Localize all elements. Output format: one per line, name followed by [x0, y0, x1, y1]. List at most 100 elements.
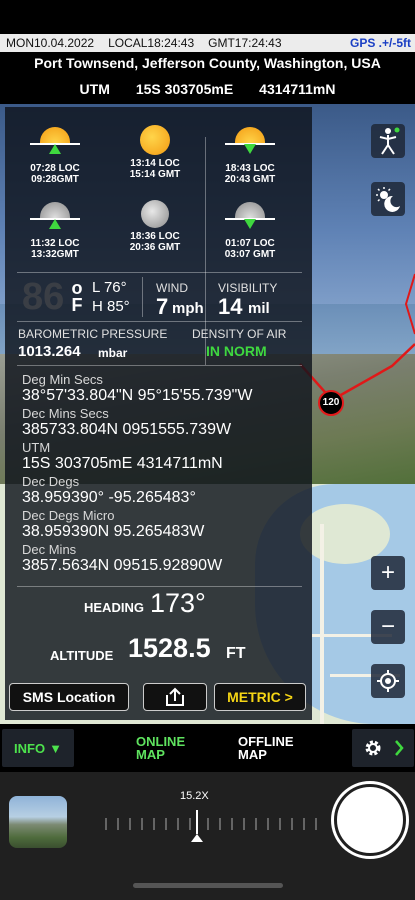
zoom-slider[interactable] — [100, 804, 330, 844]
camera-controls: 15.2X — [0, 772, 415, 900]
date-readout: MON10.04.2022 — [6, 36, 95, 50]
moon-transit-block: 18:36 LOC 20:36 GMT — [115, 200, 195, 253]
divider — [17, 365, 302, 366]
moon-sun-icon — [376, 187, 400, 212]
divider — [17, 586, 302, 587]
wind-unit: mph — [172, 300, 204, 317]
locate-icon — [377, 670, 399, 692]
sunset-local: 18:43 LOC — [225, 163, 275, 174]
sunrise-local: 07:28 LOC — [30, 163, 80, 174]
tab-online-label: ONLINE MAP — [136, 734, 186, 762]
my-location-button[interactable] — [371, 664, 405, 698]
sun-noon-block: 13:14 LOC 15:14 GMT — [115, 125, 195, 180]
info-toggle-button[interactable]: INFO ▼ — [2, 729, 74, 767]
metric-button[interactable]: METRIC > — [214, 683, 306, 711]
visibility-unit: mil — [248, 300, 270, 317]
home-indicator — [133, 883, 283, 888]
coord-label: UTM — [22, 440, 51, 455]
status-bar: MON10.04.2022 LOCAL18:24:43 GMT17:24:43 … — [0, 34, 415, 52]
zoom-level: 15.2X — [180, 790, 209, 802]
moonset-local: 01:07 LOC — [225, 238, 275, 249]
pressure-value: 1013.264 — [18, 343, 81, 360]
heading-value: 173° — [150, 588, 206, 618]
day-night-button[interactable] — [371, 182, 405, 216]
coord-value: 38°57'33.804"N 95°15'55.739"W — [22, 387, 253, 404]
person-mode-button[interactable] — [371, 124, 405, 158]
tab-offline-map[interactable]: OFFLINE MAP — [238, 735, 304, 761]
tab-offline-label: OFFLINE MAP — [238, 734, 294, 762]
share-icon — [166, 687, 184, 706]
visibility-value: 14 — [218, 294, 243, 319]
heading-label: HEADING — [84, 600, 144, 615]
air-density-label: DENSITY OF AIR — [192, 327, 287, 341]
moon-transit-gmt: 20:36 GMT — [129, 242, 181, 253]
moonset-icon — [235, 202, 265, 218]
divider — [17, 321, 302, 322]
sunrise-gmt: 09:28GMT — [31, 174, 79, 185]
gps-accuracy: GPS .+/-5ft — [349, 36, 411, 50]
person-icon — [379, 127, 400, 155]
tab-online-map[interactable]: ONLINE MAP — [136, 735, 196, 761]
temperature-high: H 85° — [92, 298, 130, 315]
coord-label: Deg Min Secs — [22, 372, 103, 387]
coord-value: 385733.804N 0951555.739W — [22, 421, 232, 438]
zoom-out-button[interactable]: − — [371, 610, 405, 644]
sunrise-icon — [40, 127, 70, 143]
moonset-gmt: 03:07 GMT — [224, 249, 276, 260]
minus-icon: − — [380, 613, 395, 640]
divider — [205, 137, 206, 277]
air-density-value: IN NORM — [206, 343, 267, 359]
divider — [142, 277, 143, 317]
sunrise-block: 07:28 LOC 09:28GMT — [15, 121, 95, 185]
settings-button[interactable] — [352, 729, 414, 767]
utm-header: UTM 15S 303705mE 4314711mN — [0, 76, 415, 102]
sun-icon — [140, 125, 170, 155]
location-title: Port Townsend, Jefferson County, Washing… — [0, 52, 415, 74]
coord-label: Dec Degs — [22, 474, 80, 489]
zoom-in-button[interactable]: + — [371, 556, 405, 590]
sunset-icon — [235, 127, 265, 143]
gmt-time-readout: GMT17:24:43 — [208, 36, 282, 50]
gear-icon — [365, 740, 381, 756]
coordinates-list: Deg Min Secs 38°57'33.804"N 95°15'55.739… — [22, 373, 307, 577]
speed-limit-sign: 120 — [318, 390, 344, 416]
moonrise-block: 11:32 LOC 13:32GMT — [15, 196, 95, 260]
altitude-label: ALTITUDE — [50, 648, 114, 663]
coord-value: 3857.5634N 09515.92890W — [22, 557, 223, 574]
altitude-unit: FT — [226, 645, 246, 662]
coord-value: 15S 303705mE 4314711mN — [22, 455, 223, 472]
pressure-label: BAROMETRIC PRESSURE — [18, 327, 168, 341]
sunset-block: 18:43 LOC 20:43 GMT — [210, 121, 290, 185]
coord-label: Dec Mins — [22, 542, 77, 557]
plus-icon: + — [380, 559, 395, 586]
share-button[interactable] — [143, 683, 207, 711]
sms-location-button[interactable]: SMS Location — [9, 683, 129, 711]
fahrenheit-symbol: F — [71, 295, 83, 315]
app-screen: MON10.04.2022 LOCAL18:24:43 GMT17:24:43 … — [0, 0, 415, 900]
coord-value: 38.959390° -95.265483° — [22, 489, 196, 506]
visibility-label: VISIBILITY — [218, 281, 278, 295]
utm-header-northing: 4314711mN — [259, 81, 336, 97]
local-time-readout: LOCAL18:24:43 — [108, 36, 195, 50]
temperature-range: L 76° H 85° — [92, 278, 130, 316]
coord-value: 38.959390N 95.265483W — [22, 523, 205, 540]
moon-transit-local: 18:36 LOC — [130, 231, 180, 242]
photo-thumbnail[interactable] — [9, 796, 67, 848]
utm-header-label: UTM — [79, 81, 110, 97]
sun-noon-local: 13:14 LOC — [130, 158, 180, 169]
pressure-unit: mbar — [98, 346, 128, 360]
moonrise-local: 11:32 LOC — [30, 238, 80, 249]
coord-label: Dec Degs Micro — [22, 508, 115, 523]
temperature-low: L 76° — [92, 279, 127, 296]
wind-label: WIND — [156, 281, 188, 295]
wind-value: 7 — [156, 294, 169, 319]
altitude-value: 1528.5 — [128, 633, 211, 663]
chevron-right-icon — [395, 740, 404, 756]
sun-noon-gmt: 15:14 GMT — [129, 169, 181, 180]
moonrise-icon — [40, 202, 70, 218]
coord-label: Dec Mins Secs — [22, 406, 109, 421]
shutter-button[interactable] — [334, 784, 406, 856]
device-notch — [130, 0, 285, 30]
info-label: INFO — [14, 740, 46, 756]
temperature-unit: o F — [70, 279, 84, 315]
